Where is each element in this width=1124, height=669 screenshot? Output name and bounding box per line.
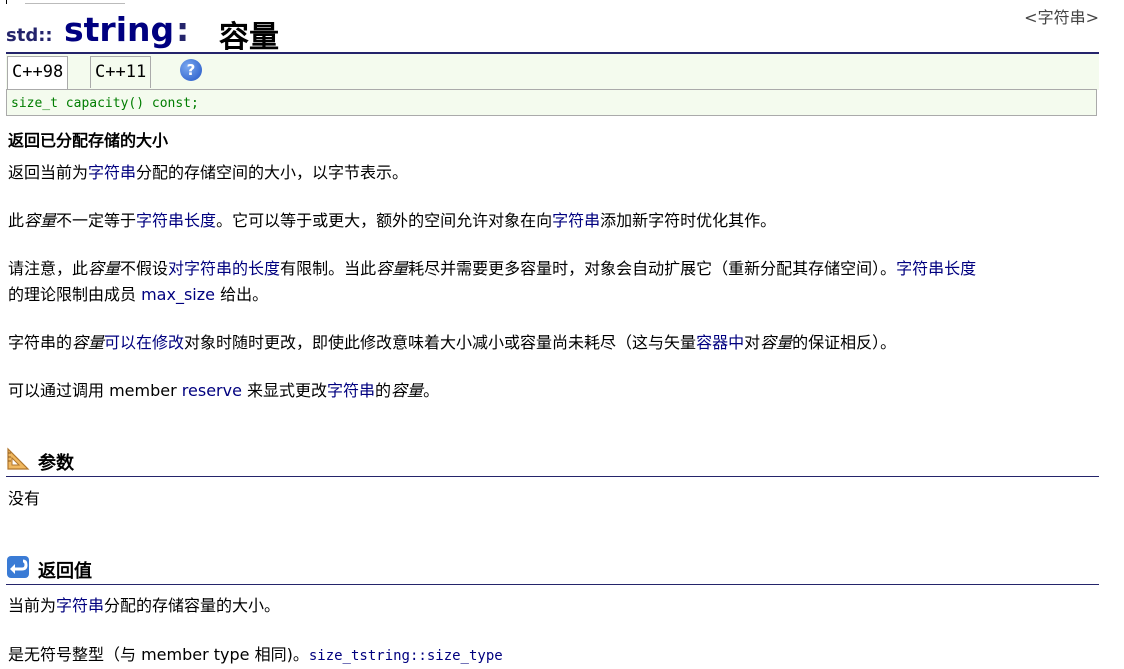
- modify-link[interactable]: 可以在修改: [104, 333, 184, 352]
- tab-cpp98[interactable]: C++98: [7, 56, 69, 90]
- triangle-ruler-icon: [7, 447, 30, 470]
- page-header: std:: string : 容量 <字符串>: [6, 8, 1099, 55]
- paragraph-3: 请注意，此容量不假设对字符串的长度有限制。当此容量耗尽并需要更多容量时，对象会自…: [8, 259, 977, 278]
- function-prototype: size_t capacity() const;: [6, 89, 1097, 116]
- return-value-line-2: 是无符号整型（与 member type 相同)。size_tstring::s…: [8, 645, 503, 664]
- class-link[interactable]: string: [64, 10, 174, 49]
- paragraph-5: 可以通过调用 member reserve 来显式更改字符串的容量。: [8, 381, 440, 400]
- version-tabs: C++98 C++11 ?: [6, 54, 1099, 90]
- cropped-top-breadcrumb: [6, 0, 147, 4]
- string-link[interactable]: 字符串: [56, 596, 104, 615]
- max-size-link[interactable]: max_size: [141, 285, 215, 304]
- scope-colon: :: [176, 10, 190, 49]
- help-icon[interactable]: ?: [180, 59, 202, 81]
- paragraph-1: 返回当前为字符串分配的存储空间的大小，以字节表示。: [8, 163, 409, 182]
- parameters-body: 没有: [8, 489, 41, 508]
- string-link[interactable]: 字符串: [88, 163, 136, 182]
- reserve-link[interactable]: reserve: [182, 381, 242, 400]
- return-value-title: 返回值: [38, 561, 92, 582]
- string-length-link[interactable]: 字符串长度: [136, 211, 216, 230]
- return-value-section-header: 返回值: [6, 555, 1099, 585]
- paragraph-4: 字符串的容量可以在修改对象时随时更改，即使此修改意味着大小减小或容量尚未耗尽（这…: [8, 333, 897, 352]
- size-type-link[interactable]: size_tstring::size_type: [309, 648, 503, 664]
- string-link[interactable]: 字符串: [327, 381, 375, 400]
- container-link[interactable]: 容器中: [696, 333, 744, 352]
- paragraph-2: 此容量不一定等于字符串长度。它可以等于或更大，额外的空间允许对象在向字符串添加新…: [8, 211, 777, 230]
- parameters-section-header: 参数: [6, 447, 1099, 477]
- paragraph-3-continued: 的理论限制由成员 max_size 给出。: [8, 285, 269, 304]
- page-title: 容量: [219, 20, 279, 55]
- return-value-line-1: 当前为字符串分配的存储容量的大小。: [8, 596, 281, 615]
- string-link[interactable]: 字符串: [552, 211, 600, 230]
- string-length-link[interactable]: 字符串长度: [896, 259, 976, 278]
- header-link[interactable]: <字符串>: [1024, 4, 1099, 28]
- tab-cpp11[interactable]: C++11: [90, 56, 152, 88]
- parameters-title: 参数: [38, 453, 74, 474]
- return-arrow-icon: [7, 556, 29, 578]
- length-limit-link[interactable]: 对字符串的长度: [168, 259, 280, 278]
- summary-heading: 返回已分配存储的大小: [8, 131, 169, 150]
- namespace-label: std::: [6, 25, 53, 46]
